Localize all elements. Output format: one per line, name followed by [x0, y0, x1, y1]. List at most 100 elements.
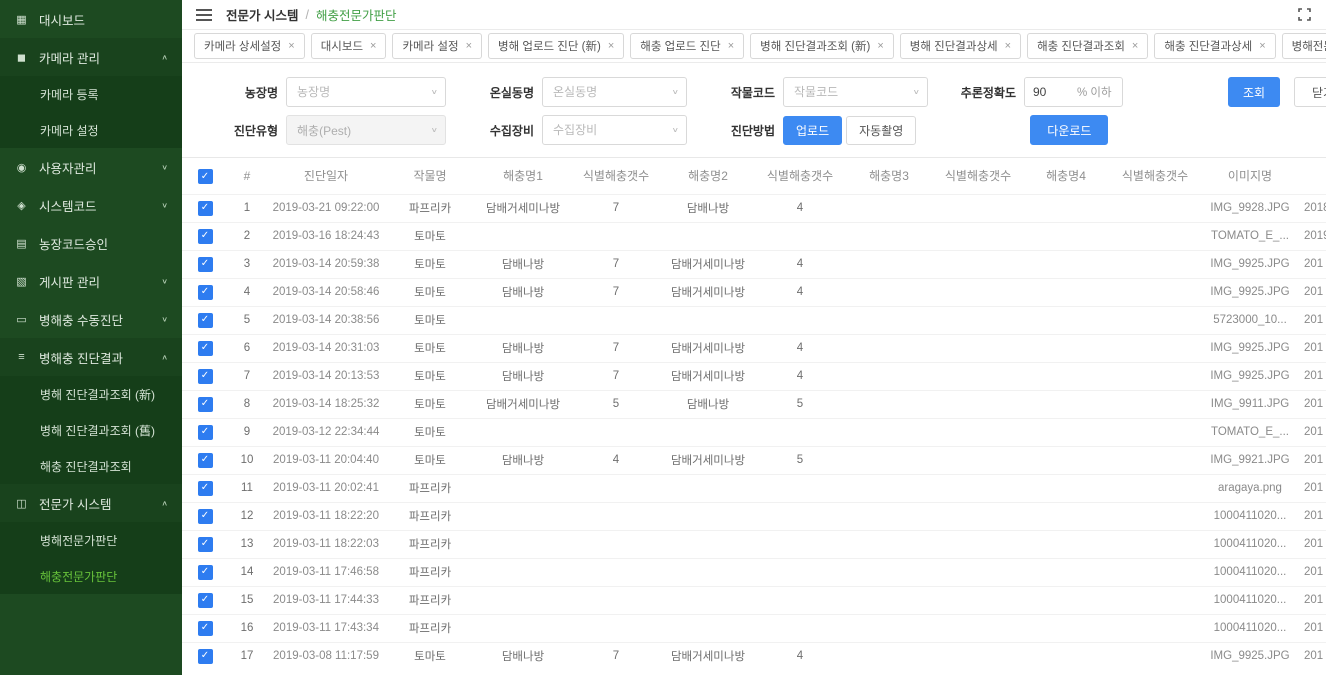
- close-button[interactable]: 닫기: [1294, 77, 1326, 107]
- cell-pest4-count: [1110, 586, 1200, 614]
- tab[interactable]: 카메라 설정 ×: [392, 33, 482, 59]
- close-icon[interactable]: ×: [1005, 41, 1011, 52]
- cell-pest4-count: [1110, 334, 1200, 362]
- row-checkbox[interactable]: ✓: [198, 285, 213, 300]
- greenhouse-select: ∨: [542, 77, 687, 107]
- sidebar-item-disease-result-old[interactable]: 병해 진단결과조회 (舊): [0, 412, 182, 448]
- cell-pest4-count: [1110, 502, 1200, 530]
- tab[interactable]: 해충 진단결과상세 ×: [1154, 33, 1275, 59]
- sidebar-group-camera-management[interactable]: ◼ 카메라 관리 ∧: [0, 38, 182, 76]
- cell-crop-name: 파프리카: [386, 474, 474, 502]
- download-button[interactable]: 다운로드: [1030, 115, 1108, 145]
- sidebar-item-label: 카메라 등록: [40, 86, 99, 103]
- tab[interactable]: 병해전문가판단 ×: [1282, 33, 1326, 59]
- close-icon[interactable]: ×: [877, 41, 883, 52]
- sidebar-group-user-management[interactable]: ◉ 사용자관리 ∨: [0, 148, 182, 186]
- check-icon: ✓: [201, 172, 209, 182]
- close-icon[interactable]: ×: [288, 41, 294, 52]
- close-icon[interactable]: ×: [466, 41, 472, 52]
- cell-pest2: [660, 222, 756, 250]
- row-checkbox[interactable]: ✓: [198, 565, 213, 580]
- cell-pest1-count: 4: [572, 446, 660, 474]
- tab[interactable]: 카메라 상세설정 ×: [194, 33, 305, 59]
- auto-capture-method-button[interactable]: 자동촬영: [846, 116, 916, 145]
- cell-no: 16: [228, 614, 266, 642]
- column-header-pest1: 해충명1: [474, 158, 572, 194]
- row-checkbox[interactable]: ✓: [198, 537, 213, 552]
- upload-method-button[interactable]: 업로드: [783, 116, 842, 145]
- cell-pest3: [844, 222, 934, 250]
- close-icon[interactable]: ×: [1259, 41, 1265, 52]
- tab[interactable]: 병해 진단결과조회 (新) ×: [750, 33, 894, 59]
- row-checkbox[interactable]: ✓: [198, 229, 213, 244]
- row-checkbox[interactable]: ✓: [198, 453, 213, 468]
- cell-image-name: IMG_9925.JPG: [1200, 642, 1300, 670]
- sidebar-group-diagnosis-results[interactable]: ≡ 병해충 진단결과 ∧: [0, 338, 182, 376]
- tab[interactable]: 병해 진단결과상세 ×: [900, 33, 1021, 59]
- cell-pest1-count: [572, 558, 660, 586]
- crop-code-select: ∨: [783, 77, 928, 107]
- crop-code-input[interactable]: [783, 77, 928, 107]
- row-checkbox[interactable]: ✓: [198, 397, 213, 412]
- sidebar-item-pest-result[interactable]: 해충 진단결과조회: [0, 448, 182, 484]
- row-checkbox[interactable]: ✓: [198, 425, 213, 440]
- equipment-input[interactable]: [542, 115, 687, 145]
- diagnosis-method-toggle: 업로드 자동촬영: [783, 116, 916, 145]
- cell-pest3: [844, 418, 934, 446]
- cell-reg-date: 201: [1300, 558, 1326, 586]
- sidebar-item-disease-result-new[interactable]: 병해 진단결과조회 (新): [0, 376, 182, 412]
- cell-pest3: [844, 530, 934, 558]
- cell-pest4: [1022, 250, 1110, 278]
- farm-name-filter: 농장명 ∨: [208, 77, 446, 107]
- row-checkbox[interactable]: ✓: [198, 481, 213, 496]
- hamburger-menu-icon[interactable]: [196, 9, 212, 21]
- close-icon[interactable]: ×: [608, 41, 614, 52]
- row-checkbox[interactable]: ✓: [198, 649, 213, 664]
- accuracy-input[interactable]: [1025, 78, 1067, 106]
- diagnosis-type-value[interactable]: 해충(Pest): [286, 115, 446, 145]
- sidebar-item-camera-settings[interactable]: 카메라 설정: [0, 112, 182, 148]
- select-all-checkbox[interactable]: ✓: [198, 169, 213, 184]
- row-checkbox[interactable]: ✓: [198, 621, 213, 636]
- cell-no: 4: [228, 278, 266, 306]
- sidebar-item-dashboard[interactable]: ▦ 대시보드: [0, 0, 182, 38]
- table-row: ✓ 9 2019-03-12 22:34:44 토마토: [182, 418, 1326, 446]
- search-button[interactable]: 조회: [1228, 77, 1280, 107]
- fullscreen-icon[interactable]: [1297, 7, 1312, 22]
- close-icon[interactable]: ×: [370, 41, 376, 52]
- sidebar-group-board-management[interactable]: ▧ 게시판 관리 ∨: [0, 262, 182, 300]
- cell-crop-name: 토마토: [386, 222, 474, 250]
- tab[interactable]: 병해 업로드 진단 (新) ×: [488, 33, 624, 59]
- sidebar-item-camera-register[interactable]: 카메라 등록: [0, 76, 182, 112]
- cell-diagnosis-date: 2019-03-11 17:43:34: [266, 614, 386, 642]
- row-checkbox[interactable]: ✓: [198, 313, 213, 328]
- cell-pest3-count: [934, 530, 1022, 558]
- cell-image-name: IMG_9921.JPG: [1200, 446, 1300, 474]
- sidebar-item-disease-expert-judgment[interactable]: 병해전문가판단: [0, 522, 182, 558]
- sidebar-group-manual-diagnosis[interactable]: ▭ 병해충 수동진단 ∨: [0, 300, 182, 338]
- row-checkbox[interactable]: ✓: [198, 201, 213, 216]
- tab[interactable]: 해충 업로드 진단 ×: [630, 33, 744, 59]
- greenhouse-input[interactable]: [542, 77, 687, 107]
- row-checkbox[interactable]: ✓: [198, 341, 213, 356]
- sidebar-group-expert-system[interactable]: ◫ 전문가 시스템 ∧: [0, 484, 182, 522]
- tab[interactable]: 해충 진단결과조회 ×: [1027, 33, 1148, 59]
- close-icon[interactable]: ×: [1132, 41, 1138, 52]
- cell-image-name: 1000411020...: [1200, 530, 1300, 558]
- cell-pest2-count: [756, 614, 844, 642]
- cell-pest1: [474, 586, 572, 614]
- row-checkbox[interactable]: ✓: [198, 509, 213, 524]
- table-row: ✓ 1 2019-03-21 09:22:00 파프리카 담배거세미나방 7 담…: [182, 194, 1326, 222]
- sidebar-item-farm-code-approval[interactable]: ▤ 농장코드승인: [0, 224, 182, 262]
- row-checkbox[interactable]: ✓: [198, 369, 213, 384]
- row-checkbox[interactable]: ✓: [198, 257, 213, 272]
- cell-pest4-count: [1110, 194, 1200, 222]
- cell-pest3: [844, 558, 934, 586]
- close-icon[interactable]: ×: [728, 41, 734, 52]
- sidebar-item-pest-expert-judgment[interactable]: 해충전문가판단: [0, 558, 182, 594]
- tab[interactable]: 대시보드 ×: [311, 33, 387, 59]
- row-checkbox[interactable]: ✓: [198, 593, 213, 608]
- cell-pest1: [474, 614, 572, 642]
- sidebar-group-system-code[interactable]: ◈ 시스템코드 ∨: [0, 186, 182, 224]
- farm-name-input[interactable]: [286, 77, 446, 107]
